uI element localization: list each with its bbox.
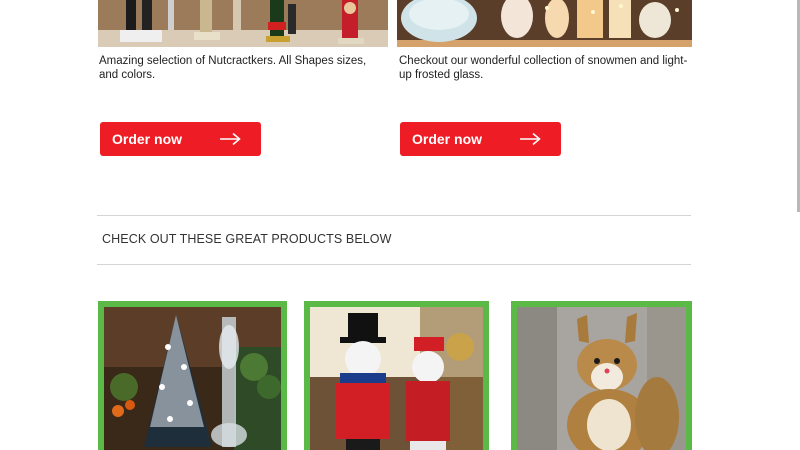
squirrel-image <box>517 307 686 450</box>
product-card-squirrel[interactable] <box>511 301 692 450</box>
section-heading: CHECK OUT THESE GREAT PRODUCTS BELOW <box>102 232 392 246</box>
arrow-right-icon <box>520 132 541 146</box>
order-button-label: Order now <box>112 131 183 147</box>
frosted-glass-image[interactable] <box>397 0 692 47</box>
snowmen-description: Checkout our wonderful collection of sno… <box>399 55 688 81</box>
product-card-christmas-tree[interactable] <box>98 301 287 450</box>
christmas-tree-image <box>104 307 281 450</box>
section-divider-bottom <box>97 264 691 265</box>
arrow-right-icon <box>220 132 241 146</box>
snowman-couple-image <box>310 307 483 450</box>
nutcrackers-image[interactable] <box>98 0 388 47</box>
email-page: Amazing selection of Nutcractkers. All S… <box>0 0 800 450</box>
section-divider-top <box>97 215 691 216</box>
order-snowmen-button[interactable]: Order now <box>400 122 561 156</box>
order-nutcrackers-button[interactable]: Order now <box>100 122 261 156</box>
product-card-snowman-couple[interactable] <box>304 301 489 450</box>
nutcrackers-description: Amazing selection of Nutcractkers. All S… <box>99 55 367 81</box>
order-button-label: Order now <box>412 131 483 147</box>
